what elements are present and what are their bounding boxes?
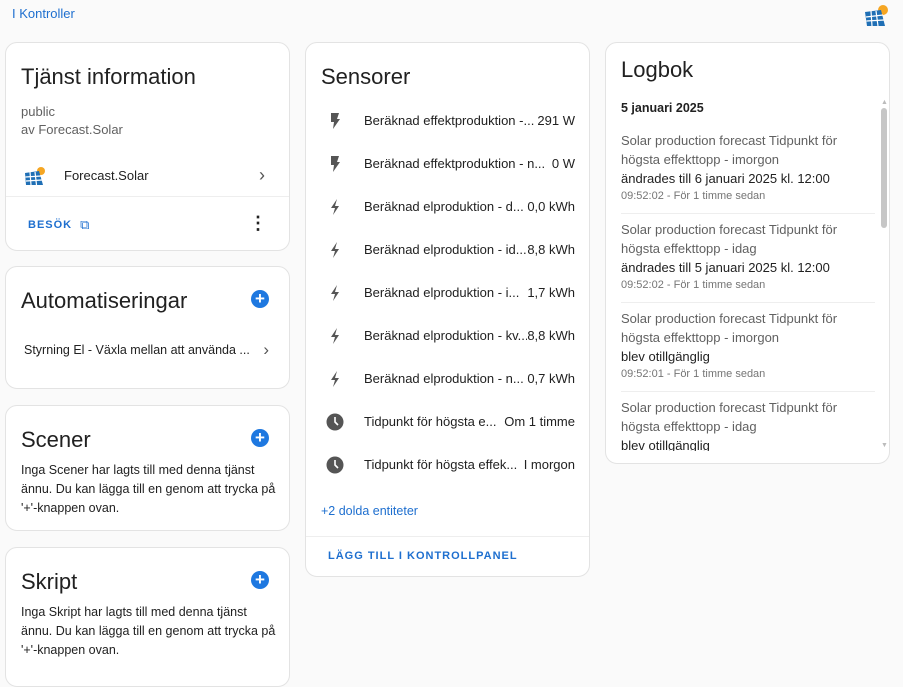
- entry-change: blev otillgänglig: [621, 438, 710, 451]
- sensor-name: Beräknad effektproduktion - n...: [364, 156, 546, 171]
- sensor-row[interactable]: Tidpunkt för högsta e... Om 1 timme: [306, 400, 589, 443]
- info-text: public av Forecast.Solar: [21, 103, 123, 139]
- chevron-right-icon: ›: [259, 165, 265, 185]
- scrollbar[interactable]: ▲ ▼: [881, 99, 888, 449]
- flash-icon: [306, 112, 364, 130]
- info-line: public: [21, 104, 55, 119]
- info-line: av Forecast.Solar: [21, 122, 123, 137]
- add-script-button[interactable]: +: [251, 571, 269, 589]
- entry-title: Solar production forecast Tidpunkt för h…: [621, 222, 838, 256]
- more-options-icon[interactable]: ⋮: [249, 213, 267, 234]
- sensor-value: I morgon: [523, 457, 575, 472]
- sensor-row[interactable]: Beräknad elproduktion - i... 1,7 kWh: [306, 271, 589, 314]
- sensor-value: 291 W: [537, 113, 575, 128]
- add-to-dashboard-button[interactable]: LÄGG TILL I KONTROLLPANEL: [328, 550, 518, 562]
- open-in-new-icon: ⧉: [80, 217, 90, 232]
- sensor-row[interactable]: Tidpunkt för högsta effek... I morgon: [306, 443, 589, 486]
- chevron-right-icon: ›: [263, 340, 269, 359]
- integration-link[interactable]: Forecast.Solar ›: [6, 155, 289, 197]
- entry-change: ändrades till 5 januari 2025 kl. 12:00: [621, 260, 830, 275]
- scenes-empty-text: Inga Scener har lagts till med denna tjä…: [21, 463, 276, 515]
- automation-name: Styrning El - Växla mellan att använda .…: [24, 343, 250, 357]
- card-title: Scener: [21, 427, 91, 452]
- sensor-name: Beräknad elproduktion - i...: [364, 285, 520, 300]
- breadcrumb-back-link[interactable]: I Kontroller: [12, 6, 75, 21]
- card-title: Sensorer: [321, 64, 411, 89]
- sensor-row[interactable]: Beräknad elproduktion - n... 0,7 kWh: [306, 357, 589, 400]
- clock-icon: [306, 456, 364, 474]
- logbook-entry[interactable]: Solar production forecast Tidpunkt för h…: [621, 214, 875, 303]
- sensor-value: 0,7 kWh: [527, 371, 575, 386]
- sensor-name: Beräknad elproduktion - d...: [364, 199, 524, 214]
- sensor-value: 0,0 kWh: [527, 199, 575, 214]
- lightning-icon: [306, 370, 364, 388]
- sensor-name: Tidpunkt för högsta effek...: [364, 457, 518, 472]
- entry-time: 09:52:01 - För 1 timme sedan: [621, 368, 766, 380]
- card-title: Automatiseringar: [21, 288, 188, 313]
- entry-time: 09:52:02 - För 1 timme sedan: [621, 279, 766, 291]
- sensor-row[interactable]: Beräknad elproduktion - id... 8,8 kWh: [306, 228, 589, 271]
- divider: [306, 536, 589, 537]
- sensor-value: 1,7 kWh: [527, 285, 575, 300]
- scripts-empty-text: Inga Skript har lagts till med denna tjä…: [21, 605, 276, 657]
- entry-change: ändrades till 6 januari 2025 kl. 12:00: [621, 171, 830, 186]
- automations-card: Automatiseringar + Styrning El - Växla m…: [5, 266, 290, 389]
- add-automation-button[interactable]: +: [251, 290, 269, 308]
- solar-panel-icon: [25, 166, 45, 185]
- sensor-row[interactable]: Beräknad elproduktion - d... 0,0 kWh: [306, 185, 589, 228]
- logbook-entry[interactable]: Solar production forecast Tidpunkt för h…: [621, 303, 875, 392]
- card-title: Skript: [21, 569, 78, 594]
- automation-item[interactable]: Styrning El - Växla mellan att använda .…: [24, 340, 269, 360]
- sensor-name: Beräknad elproduktion - id...: [364, 242, 527, 257]
- sensor-value: 8,8 kWh: [527, 328, 575, 343]
- logbook-card: Logbok 5 januari 2025 Solar production f…: [605, 42, 890, 464]
- scenes-card: Scener + Inga Scener har lagts till med …: [5, 405, 290, 531]
- sensors-card: Sensorer Beräknad effektproduktion -... 2…: [305, 42, 590, 577]
- sensor-value: 0 W: [551, 156, 575, 171]
- sensor-value: 8,8 kWh: [527, 242, 575, 257]
- sensor-name: Beräknad elproduktion - n...: [364, 371, 524, 386]
- integration-name: Forecast.Solar: [64, 168, 149, 183]
- entry-title: Solar production forecast Tidpunkt för h…: [621, 400, 838, 434]
- flash-icon: [306, 155, 364, 173]
- sensor-row[interactable]: Beräknad elproduktion - kv... 8,8 kWh: [306, 314, 589, 357]
- clock-icon: [306, 413, 364, 431]
- scrollbar-thumb[interactable]: [881, 108, 887, 228]
- entry-title: Solar production forecast Tidpunkt för h…: [621, 311, 838, 345]
- logbook-date: 5 januari 2025: [621, 101, 704, 115]
- scripts-card: Skript + Inga Skript har lagts till med …: [5, 547, 290, 687]
- visit-label: BESÖK: [28, 219, 73, 231]
- entry-change: blev otillgänglig: [621, 349, 710, 364]
- lightning-icon: [306, 198, 364, 216]
- lightning-icon: [306, 241, 364, 259]
- entry-time: 09:52:02 - För 1 timme sedan: [621, 190, 766, 202]
- lightning-icon: [306, 327, 364, 345]
- service-info-card: Tjänst information public av Forecast.Sol…: [5, 42, 290, 251]
- sensor-name: Tidpunkt för högsta e...: [364, 414, 497, 429]
- sensor-name: Beräknad elproduktion - kv...: [364, 328, 528, 343]
- card-title: Logbok: [621, 57, 694, 82]
- hidden-entities-link[interactable]: +2 dolda entiteter: [321, 504, 418, 518]
- add-scene-button[interactable]: +: [251, 429, 269, 447]
- card-title: Tjänst information: [21, 64, 196, 89]
- lightning-icon: [306, 284, 364, 302]
- sensor-row[interactable]: Beräknad effektproduktion -... 291 W: [306, 99, 589, 142]
- sensor-name: Beräknad effektproduktion -...: [364, 113, 535, 128]
- sensor-row[interactable]: Beräknad effektproduktion - n... 0 W: [306, 142, 589, 185]
- solar-panel-logo: [865, 5, 888, 27]
- entry-title: Solar production forecast Tidpunkt för h…: [621, 133, 838, 167]
- sensor-value: Om 1 timme: [504, 414, 575, 429]
- logbook-entry[interactable]: Solar production forecast Tidpunkt för h…: [621, 125, 875, 214]
- visit-button[interactable]: BESÖK ⧉: [28, 217, 89, 233]
- logbook-entry[interactable]: Solar production forecast Tidpunkt för h…: [621, 392, 875, 451]
